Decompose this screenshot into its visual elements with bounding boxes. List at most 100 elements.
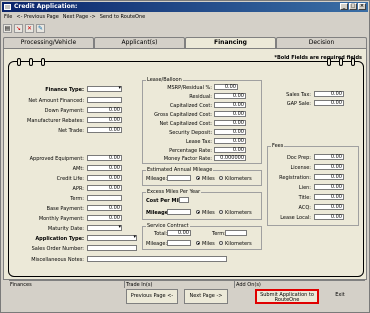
doc-prep-field[interactable]: 0.00	[314, 154, 344, 160]
registration-field[interactable]: 0.00	[314, 174, 344, 180]
gross-capitalized-cost-field[interactable]: 0.00	[214, 111, 246, 117]
capitalized-cost-field[interactable]: 0.00	[214, 102, 246, 108]
estimated-mileage-title: Estimated Annual Mileage	[146, 167, 214, 173]
title-fee-field[interactable]: 0.00	[314, 194, 344, 200]
menu-next-page[interactable]: Next Page ->	[63, 13, 96, 21]
excess-mileage-field[interactable]	[167, 209, 191, 215]
binder-frame: Finance Type: Net Amount Financed: Down …	[8, 58, 365, 288]
excess-miles-radio[interactable]	[196, 210, 200, 214]
app-icon	[4, 4, 11, 10]
misc-notes-field[interactable]	[87, 256, 227, 262]
service-term-field[interactable]	[225, 230, 247, 236]
security-deposit-field[interactable]: 0.00	[214, 129, 246, 135]
lease-local-field[interactable]: 0.00	[314, 214, 344, 220]
apr-label: APR:	[72, 186, 84, 192]
menu-file[interactable]: File	[4, 13, 12, 21]
exit-button[interactable]: Exit	[325, 289, 355, 304]
excess-miles-title: Excess Miles Per Year	[146, 189, 202, 195]
service-miles-radio[interactable]	[196, 241, 200, 245]
down-payment-label: Down Payment:	[44, 108, 84, 114]
binder-ring-icon	[339, 58, 343, 66]
service-km-label: Kilometers	[225, 241, 252, 247]
lien-field[interactable]: 0.00	[314, 184, 344, 190]
service-miles-label: Miles	[202, 241, 215, 247]
service-mileage-field[interactable]	[167, 240, 191, 246]
tab-applicants[interactable]: Applicant(s)	[94, 37, 185, 48]
percentage-rate-field[interactable]: 0.00	[214, 147, 246, 153]
close-button[interactable]: ×	[358, 3, 366, 10]
residual-field[interactable]: 0.00	[214, 93, 246, 99]
estimated-km-label: Kilometers	[225, 176, 252, 182]
apr-field[interactable]: 0.00	[87, 185, 122, 191]
maximize-button[interactable]: □	[349, 3, 357, 10]
previous-page-button[interactable]: Previous Page <-	[126, 289, 178, 304]
lease-tax-field[interactable]: 0.00	[214, 138, 246, 144]
money-factor-rate-label: Money Factor Rate:	[163, 156, 212, 162]
estimated-km-radio[interactable]	[219, 176, 223, 180]
section-trade-ins[interactable]: Trade In(s)	[125, 281, 235, 288]
finance-type-select[interactable]	[87, 86, 122, 92]
lease-local-label: Lease Local:	[280, 215, 311, 221]
submit-routeone-button[interactable]: Submit Application to RouteOne	[255, 289, 319, 304]
acq-field[interactable]: 0.00	[314, 204, 344, 210]
tab-strip: Processing/Vehicle Applicant(s) Financin…	[3, 37, 367, 48]
binder-ring-icon	[351, 58, 355, 66]
finance-type-label: Finance Type:	[45, 87, 84, 93]
net-trade-label: Net Trade:	[58, 128, 84, 134]
monthly-payment-field[interactable]: 0.00	[87, 215, 122, 221]
base-payment-field[interactable]: 0.00	[87, 205, 122, 211]
excess-km-radio[interactable]	[219, 210, 223, 214]
document-icon[interactable]: ▤	[3, 24, 12, 33]
security-deposit-label: Security Deposit:	[169, 130, 212, 136]
registration-label: Registration:	[279, 175, 311, 181]
next-page-button[interactable]: Next Page ->	[184, 289, 228, 304]
section-add-ons[interactable]: Add On(s)	[235, 281, 365, 288]
arrow-icon[interactable]: ↘	[14, 24, 23, 33]
title-bar: Credit Application: _ □ ×	[2, 2, 368, 12]
application-type-select[interactable]	[87, 235, 137, 241]
tab-processing-vehicle[interactable]: Processing/Vehicle	[3, 37, 94, 48]
credit-life-field[interactable]: 0.00	[87, 175, 122, 181]
sales-order-number-field[interactable]	[87, 245, 137, 251]
excess-miles-label: Miles	[202, 210, 215, 216]
binder-ring-icon	[327, 58, 331, 66]
close-x-icon[interactable]: ✕	[25, 24, 34, 33]
cost-per-mile-field[interactable]	[179, 197, 189, 203]
financing-panel: *Bold Fields are required fields Finance…	[3, 48, 367, 288]
service-km-radio[interactable]	[219, 241, 223, 245]
msrp-residual-field[interactable]: 0.00	[214, 84, 238, 90]
residual-label: Residual:	[189, 94, 212, 100]
toolbar: ▤ ↘ ✕ ✎	[3, 24, 45, 34]
section-finances[interactable]: Finances	[9, 281, 125, 288]
tab-financing[interactable]: Financing	[185, 37, 276, 48]
estimated-miles-radio[interactable]	[196, 176, 200, 180]
approved-equipment-field[interactable]: 0.00	[87, 155, 122, 161]
amt-field[interactable]: 0.00	[87, 165, 122, 171]
capitalized-cost-label: Capitalized Cost:	[169, 103, 212, 109]
term-field[interactable]	[87, 195, 122, 201]
down-payment-field[interactable]: 0.00	[87, 107, 122, 113]
service-total-field[interactable]: 0.00	[167, 230, 191, 236]
percentage-rate-label: Percentage Rate:	[169, 148, 212, 154]
menu-previous-page[interactable]: <- Previous Page	[16, 13, 58, 21]
term-label: Term:	[70, 196, 84, 202]
estimated-mileage-field[interactable]	[167, 175, 191, 181]
edit-icon[interactable]: ✎	[36, 24, 45, 33]
net-amount-financed-field[interactable]	[87, 97, 122, 103]
maturity-date-picker[interactable]	[87, 225, 122, 231]
net-trade-field[interactable]: 0.00	[87, 127, 122, 133]
service-mileage-label: Mileage:	[146, 241, 168, 247]
sales-tax-field[interactable]: 0.00	[314, 91, 344, 97]
minimize-button[interactable]: _	[340, 3, 348, 10]
manufacturer-rebates-field[interactable]: 0.00	[87, 117, 122, 123]
money-factor-rate-field[interactable]: 0.000000	[214, 155, 246, 161]
license-field[interactable]: 0.00	[314, 164, 344, 170]
base-payment-label: Base Payment:	[46, 206, 84, 212]
service-total-label: Total:	[154, 231, 168, 237]
gap-sale-field[interactable]: 0.00	[314, 100, 344, 106]
tab-decision[interactable]: Decision	[276, 37, 367, 48]
menu-send-routeone[interactable]: Send to RouteOne	[100, 13, 146, 21]
acq-label: ACQ:	[298, 205, 311, 211]
net-capitalized-cost-field[interactable]: 0.00	[214, 120, 246, 126]
title-fee-label: Title:	[298, 195, 311, 201]
